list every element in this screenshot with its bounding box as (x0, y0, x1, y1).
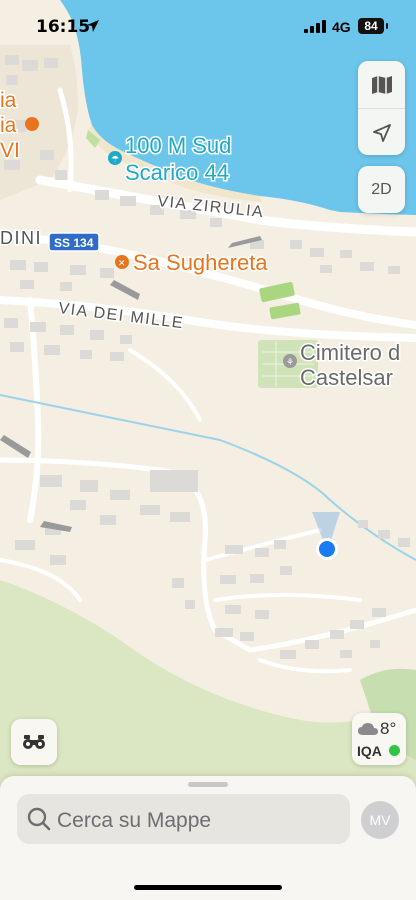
map-icon (371, 75, 392, 94)
air-quality-indicator (389, 745, 400, 756)
map-controls (358, 61, 405, 155)
partial-label-3: VI (0, 139, 20, 162)
network-type: 4G (332, 19, 351, 35)
beach-label-line2: Scarico 44 (125, 160, 229, 185)
weather-widget[interactable]: 8° IQA (352, 713, 406, 765)
binoculars-icon (23, 735, 45, 749)
restaurant-label: Sa Sughereta (133, 250, 268, 275)
bottom-sheet: Cerca su Mappe MV (0, 776, 416, 900)
location-arrow-icon (372, 123, 391, 142)
locate-me-button[interactable] (358, 109, 405, 156)
map-canvas[interactable]: ☂ ✕ ⚘ 100 M Sud Scarico 44 VIA ZIRULIA V… (0, 0, 416, 900)
cellular-signal-icon (304, 20, 326, 33)
home-indicator (134, 885, 282, 890)
search-icon (27, 807, 51, 831)
weather-temperature: 8° (380, 719, 397, 738)
map-mode-button[interactable] (358, 61, 405, 108)
battery-tip (386, 23, 388, 29)
svg-text:⚘: ⚘ (286, 358, 294, 368)
svg-text:☂: ☂ (111, 155, 119, 165)
search-field[interactable]: Cerca su Mappe (17, 794, 350, 844)
view-2d-button[interactable]: 2D (358, 166, 405, 213)
sheet-grabber[interactable] (188, 782, 228, 787)
cloud-icon (358, 723, 378, 735)
air-quality-label: IQA (357, 743, 382, 759)
location-services-icon (87, 20, 99, 32)
battery-icon: 84 (358, 18, 384, 34)
profile-avatar[interactable]: MV (361, 801, 399, 839)
partial-label-dini: DINI (0, 228, 42, 248)
cemetery-label-line1: Cimitero d (300, 340, 400, 365)
search-placeholder: Cerca su Mappe (57, 809, 212, 832)
road-shield-label: SS 134 (54, 236, 94, 250)
status-time: 16:15 (36, 17, 91, 37)
svg-text:✕: ✕ (118, 259, 126, 269)
beach-label-line1: 100 M Sud (125, 133, 231, 158)
partial-label-1: ia (0, 89, 17, 112)
cemetery-label-line2: Castelsar (300, 365, 393, 390)
status-bar: 16:15 4G 84 (0, 0, 416, 54)
partial-label-2: ia (0, 114, 17, 137)
look-around-button[interactable] (11, 719, 57, 765)
